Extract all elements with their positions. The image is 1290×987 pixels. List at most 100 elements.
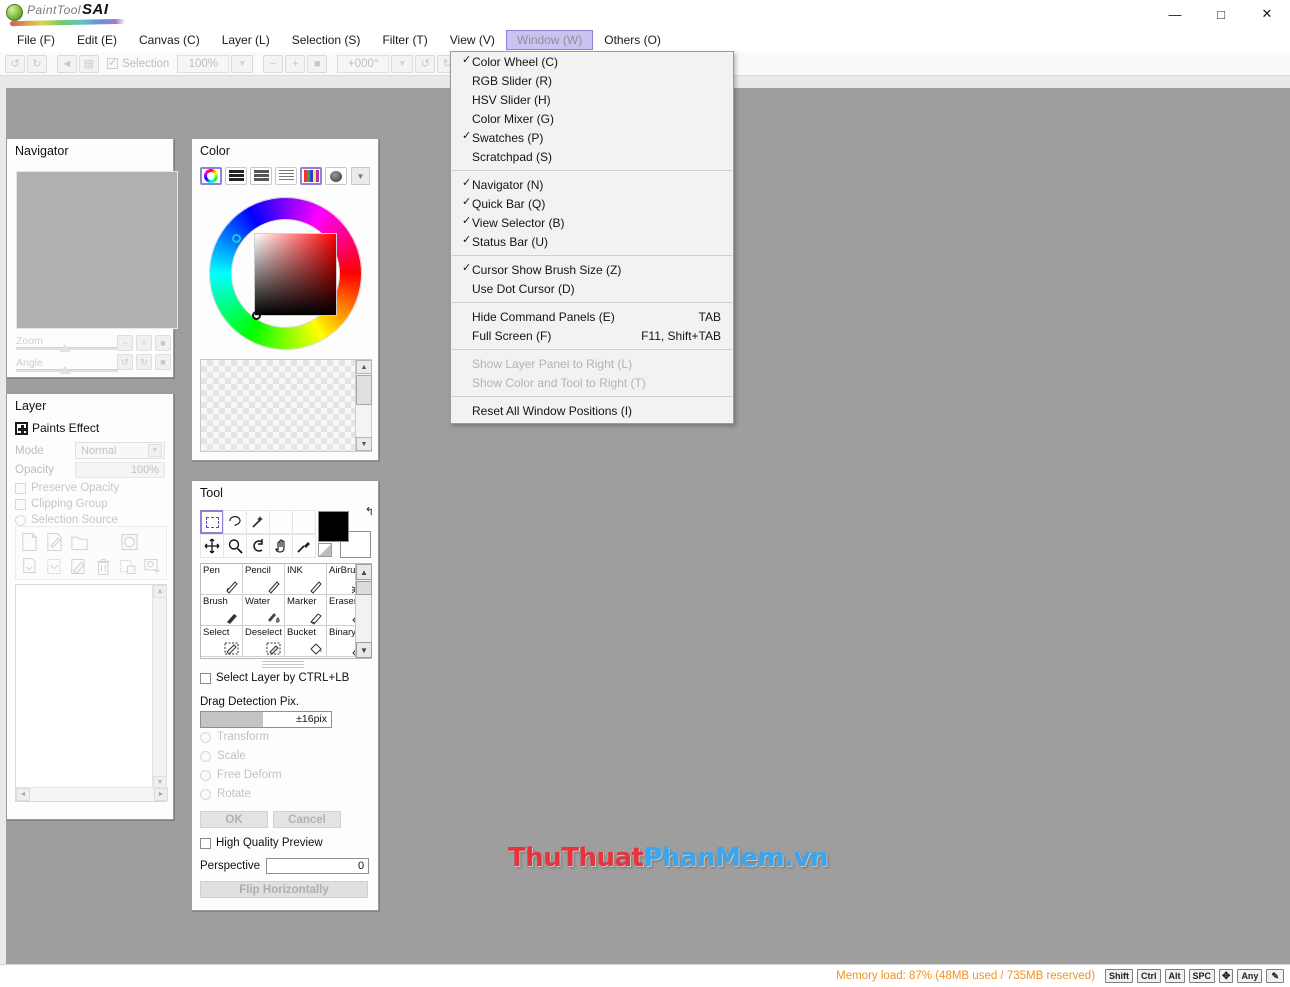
menu-item-status-bar[interactable]: ✓ Status Bar (U) (451, 232, 733, 251)
menu-item-cursor-show-brush-size[interactable]: ✓ Cursor Show Brush Size (Z) (451, 260, 733, 279)
brush-deselect[interactable]: Deselect (243, 626, 285, 657)
menu-item-color-mixer[interactable]: Color Mixer (G) (451, 109, 733, 128)
select-layer-ctrl-checkbox[interactable]: Select Layer by CTRL+LB (200, 672, 349, 684)
selection-checkbox-icon[interactable] (107, 56, 118, 69)
sv-cursor[interactable] (252, 311, 261, 320)
layer-mask-icon[interactable] (120, 532, 139, 552)
drag-detection-slider[interactable]: ±16pix (200, 711, 332, 728)
navigator-preview[interactable] (16, 171, 178, 329)
high-quality-checkbox-icon[interactable] (200, 837, 211, 849)
default-colors-icon[interactable] (318, 543, 332, 557)
free-deform-radio[interactable]: Free Deform (200, 769, 282, 781)
new-folder-icon[interactable] (70, 532, 89, 552)
nav-forward-button[interactable]: ▤ (79, 54, 99, 73)
swatches-mode-button[interactable] (300, 167, 322, 185)
menu-item-quick-bar[interactable]: ✓ Quick Bar (Q) (451, 194, 733, 213)
menu-filter[interactable]: Filter (T) (371, 30, 438, 50)
swatches-scrollbar[interactable]: ▲ ▼ (355, 360, 372, 451)
brush-scroll-up-button[interactable]: ▲ (356, 564, 372, 580)
nav-zoom-reset-button[interactable]: ■ (155, 335, 171, 351)
angle-dropdown-button[interactable]: ▼ (391, 54, 414, 73)
menu-selection[interactable]: Selection (S) (281, 30, 372, 50)
menu-item-color-wheel[interactable]: ✓ Color Wheel (C) (451, 52, 733, 71)
merge-down-icon[interactable] (45, 557, 64, 577)
swatches-scroll-thumb[interactable] (356, 375, 372, 405)
scale-radio[interactable]: Scale (200, 750, 246, 762)
clear-layer-icon[interactable] (69, 557, 88, 577)
scratchpad-mode-button[interactable] (325, 167, 347, 185)
brush-marker[interactable]: Marker (285, 595, 327, 626)
menu-item-use-dot-cursor[interactable]: Use Dot Cursor (D) (451, 279, 733, 298)
brush-pen[interactable]: Pen (201, 564, 243, 595)
opacity-slider[interactable]: 100% (75, 462, 165, 478)
mode-select[interactable]: Normal ▼ (75, 442, 165, 459)
lasso-select-tool-button[interactable] (223, 510, 247, 534)
swatches-scroll-down-button[interactable]: ▼ (356, 437, 372, 451)
menu-item-navigator[interactable]: ✓ Navigator (N) (451, 175, 733, 194)
layer-scroll-right-button[interactable]: ► (154, 788, 168, 801)
angle-slider-thumb[interactable] (59, 366, 71, 374)
foreground-color-swatch[interactable] (318, 511, 349, 542)
move-tool-button[interactable] (200, 534, 224, 558)
swatches-scroll-up-button[interactable]: ▲ (356, 360, 372, 374)
perspective-input[interactable]: 0 (266, 858, 370, 874)
new-layer-icon[interactable] (20, 532, 39, 552)
menu-item-full-screen[interactable]: Full Screen (F) F11, Shift+TAB (451, 326, 733, 345)
brush-pencil[interactable]: Pencil (243, 564, 285, 595)
menu-window[interactable]: Window (W) (505, 30, 594, 50)
panel-resize-grip[interactable] (262, 661, 304, 669)
hue-marker[interactable] (232, 234, 241, 243)
zoom-dropdown-button[interactable]: ▼ (231, 54, 254, 73)
undo-button[interactable]: ↺ (5, 54, 25, 73)
redo-button[interactable]: ↻ (27, 54, 47, 73)
color-wheel-mode-button[interactable] (200, 167, 222, 185)
zoom-out-button[interactable]: − (263, 54, 284, 73)
brush-select[interactable]: Select (201, 626, 243, 657)
chevron-down-icon[interactable]: ▼ (148, 444, 162, 457)
ok-button[interactable]: OK (200, 811, 268, 828)
brush-grid-scrollbar[interactable]: ▲ ▼ (355, 564, 372, 658)
rotate-radio[interactable]: Rotate (200, 788, 251, 800)
brush-brush[interactable]: Brush (201, 595, 243, 626)
selection-toggle[interactable]: Selection (107, 56, 169, 70)
hand-tool-button[interactable] (269, 534, 293, 558)
select-layer-checkbox-icon[interactable] (200, 672, 211, 684)
new-linework-layer-icon[interactable] (45, 532, 64, 552)
layer-scroll-left-button[interactable]: ◄ (16, 788, 30, 801)
brush-ink[interactable]: INK (285, 564, 327, 595)
copy-layer-icon[interactable] (20, 557, 39, 577)
menu-item-rgb-slider[interactable]: RGB Slider (R) (451, 71, 733, 90)
angle-value-field[interactable]: +000° (337, 54, 390, 73)
zoom-tool-button[interactable] (223, 534, 247, 558)
nav-zoom-out-button[interactable]: − (117, 335, 133, 351)
brush-water[interactable]: Water (243, 595, 285, 626)
menu-canvas[interactable]: Canvas (C) (128, 30, 211, 50)
swap-colors-icon[interactable]: ↰ (365, 505, 374, 518)
menu-layer[interactable]: Layer (L) (211, 30, 281, 50)
add-mask-icon[interactable] (143, 557, 162, 577)
zoom-reset-button[interactable]: ■ (307, 54, 328, 73)
hsv-slider-mode-button[interactable] (250, 167, 272, 185)
swatches-area[interactable]: ▲ ▼ (200, 359, 372, 452)
menu-others[interactable]: Others (O) (593, 30, 672, 50)
layer-list[interactable]: ▲ ▼ ◄ ► (15, 584, 168, 802)
color-mixer-mode-button[interactable] (275, 167, 297, 185)
zoom-value-field[interactable]: 100% (177, 54, 230, 73)
transform-radio-icon[interactable] (200, 731, 211, 743)
delete-layer-icon[interactable] (94, 557, 113, 577)
transform-radio[interactable]: Transform (200, 731, 269, 743)
menu-item-hide-command-panels[interactable]: Hide Command Panels (E) TAB (451, 307, 733, 326)
close-button[interactable]: ✕ (1244, 0, 1290, 28)
paints-effect-toggle[interactable]: Paints Effect (15, 421, 99, 435)
preserve-opacity-checkbox[interactable]: Preserve Opacity (15, 482, 119, 494)
menu-edit[interactable]: Edit (E) (66, 30, 128, 50)
zoom-slider-thumb[interactable] (59, 344, 71, 352)
menu-item-view-selector[interactable]: ✓ View Selector (B) (451, 213, 733, 232)
selection-source-radio[interactable]: Selection Source (15, 514, 118, 526)
nav-rotate-cw-button[interactable]: ↻ (136, 354, 152, 370)
saturation-value-square[interactable] (254, 233, 337, 316)
eyedropper-tool-button[interactable] (292, 534, 316, 558)
menu-item-swatches[interactable]: ✓ Swatches (P) (451, 128, 733, 147)
free-deform-radio-icon[interactable] (200, 769, 211, 781)
layer-scroll-up-button[interactable]: ▲ (153, 585, 167, 598)
